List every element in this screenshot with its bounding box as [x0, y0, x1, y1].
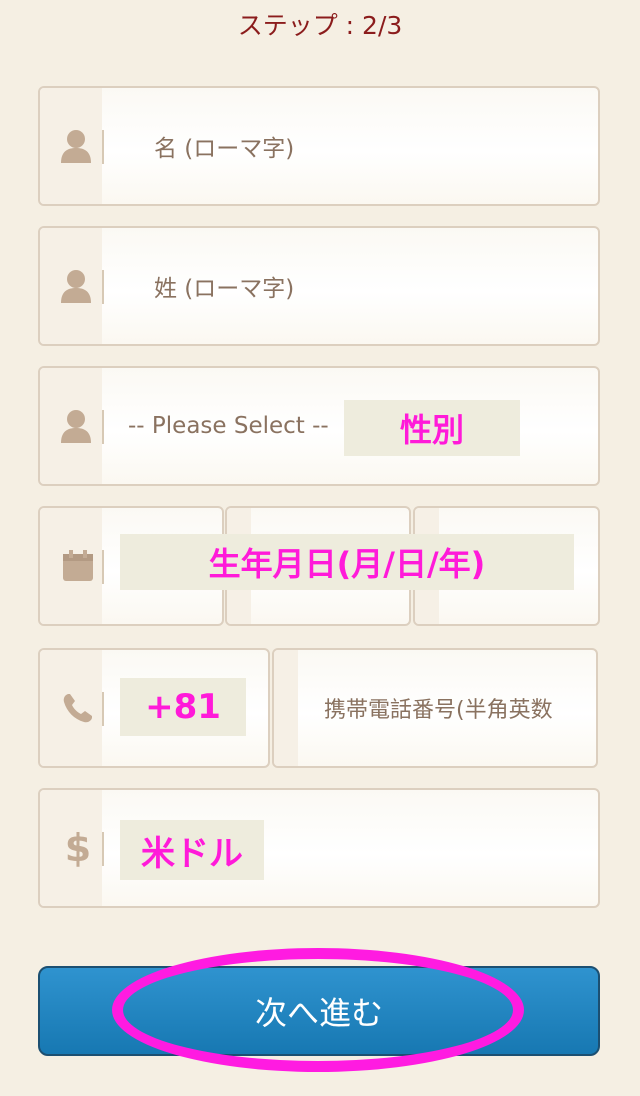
phone-number-field[interactable]: 携帯電話番号(半角英数 — [272, 648, 598, 768]
first-name-input[interactable]: 名 (ローマ字) — [154, 88, 588, 204]
step-indicator: ステップ : 2/3 — [237, 11, 403, 40]
next-button[interactable]: 次へ進む — [38, 966, 600, 1056]
phone-icon — [62, 692, 94, 726]
calendar-icon — [62, 550, 94, 584]
first-name-field[interactable]: 名 (ローマ字) — [38, 86, 600, 206]
field-divider — [102, 832, 104, 866]
field-divider — [102, 270, 104, 304]
field-divider — [102, 130, 104, 164]
country-code-value: +81 — [120, 678, 246, 736]
last-name-field[interactable]: 姓 (ローマ字) — [38, 226, 600, 346]
currency-highlight-label: 米ドル — [120, 820, 264, 880]
gender-select[interactable]: -- Please Select -- 性別 — [38, 366, 600, 486]
field-divider — [102, 692, 104, 726]
user-icon — [60, 129, 92, 163]
user-icon — [60, 409, 92, 443]
field-divider — [102, 550, 104, 584]
dollar-icon: $ — [64, 826, 92, 870]
phone-number-input[interactable]: 携帯電話番号(半角英数 — [324, 650, 576, 766]
field-gutter — [274, 650, 298, 766]
gender-select-value: -- Please Select -- — [128, 413, 329, 439]
birthday-highlight-label: 生年月日(月/日/年) — [120, 534, 574, 590]
last-name-input[interactable]: 姓 (ローマ字) — [154, 228, 588, 344]
user-icon — [60, 269, 92, 303]
field-divider — [102, 410, 104, 444]
gender-highlight-label: 性別 — [344, 400, 520, 456]
